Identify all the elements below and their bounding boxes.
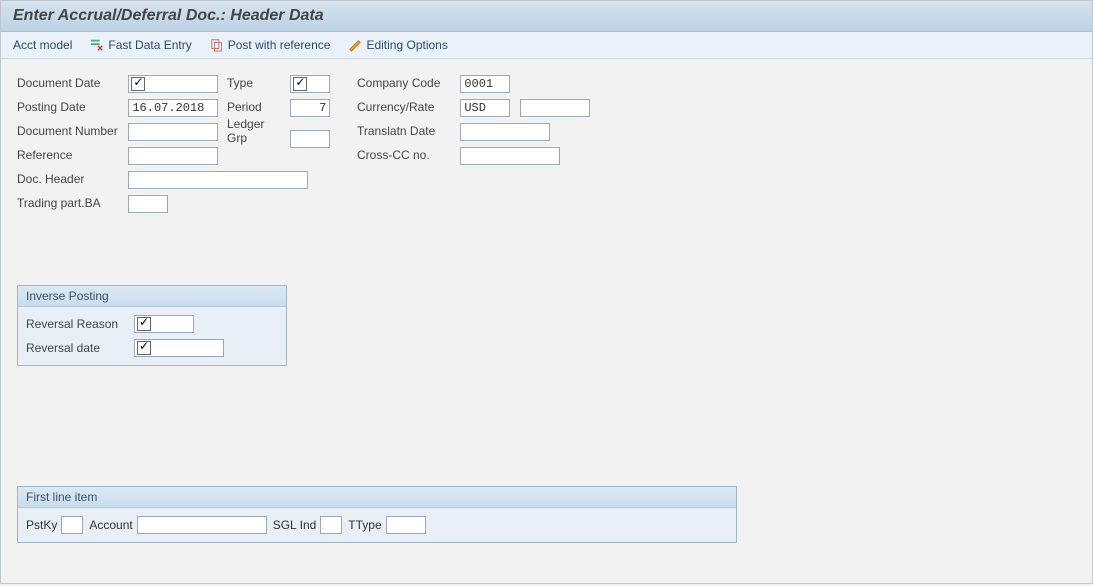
inverse-posting-title: Inverse Posting [18,286,286,307]
header-fields: Document Date Type Company Code [17,73,1076,215]
account-label: Account [89,518,132,532]
sgl-ind-input[interactable] [320,516,342,534]
editing-options-button[interactable]: Editing Options [348,38,447,52]
pencil-icon [348,38,362,52]
reversal-reason-search-icon[interactable] [137,317,151,331]
period-label: Period [227,100,287,114]
reference-label: Reference [17,148,125,162]
pstky-label: PstKy [26,518,57,532]
cross-cc-no-label: Cross-CC no. [357,148,457,162]
doc-header-input[interactable] [128,171,308,189]
reversal-reason-label: Reversal Reason [26,317,134,331]
currency-rate-label: Currency/Rate [357,100,457,114]
document-number-input[interactable] [128,123,218,141]
ledger-grp-label: Ledger Grp [227,117,287,145]
type-search-icon[interactable] [293,77,307,91]
toolbar-label: Editing Options [366,38,447,52]
pstky-input[interactable] [61,516,83,534]
first-line-item-title: First line item [18,487,736,508]
doc-header-label: Doc. Header [17,172,125,186]
document-date-search-icon[interactable] [131,77,145,91]
trading-part-ba-input[interactable] [128,195,168,213]
reversal-date-search-icon[interactable] [137,341,151,355]
copy-doc-icon [210,38,224,52]
inverse-posting-group: Inverse Posting Reversal Reason Reversal… [17,285,287,366]
toolbar-label: Acct model [13,38,72,52]
ttype-input[interactable] [386,516,426,534]
posting-date-input[interactable] [128,99,218,117]
toolbar-label: Fast Data Entry [108,38,191,52]
document-number-label: Document Number [17,124,125,138]
edit-list-icon [90,38,104,52]
trading-part-ba-label: Trading part.BA [17,196,125,210]
period-input[interactable] [290,99,330,117]
translatn-date-input[interactable] [460,123,550,141]
title-bar: Enter Accrual/Deferral Doc.: Header Data [1,1,1092,32]
account-input[interactable] [137,516,267,534]
ttype-label: TType [348,518,381,532]
sgl-ind-label: SGL Ind [273,518,317,532]
posting-date-label: Posting Date [17,100,125,114]
type-label: Type [227,76,287,90]
fast-data-entry-button[interactable]: Fast Data Entry [90,38,191,52]
company-code-label: Company Code [357,76,457,90]
first-line-item-group: First line item PstKy Account SGL Ind TT… [17,486,737,543]
rate-input[interactable] [520,99,590,117]
reversal-date-label: Reversal date [26,341,134,355]
toolbar-label: Post with reference [228,38,331,52]
acct-model-button[interactable]: Acct model [13,38,72,52]
post-with-reference-button[interactable]: Post with reference [210,38,331,52]
translatn-date-label: Translatn Date [357,124,457,138]
toolbar: Acct model Fast Data Entry Post with ref… [1,32,1092,59]
document-date-label: Document Date [17,76,125,90]
ledger-grp-input[interactable] [290,130,330,148]
cross-cc-no-input[interactable] [460,147,560,165]
page-title: Enter Accrual/Deferral Doc.: Header Data [13,7,1080,25]
company-code-input[interactable] [460,75,510,93]
currency-input[interactable] [460,99,510,117]
reference-input[interactable] [128,147,218,165]
